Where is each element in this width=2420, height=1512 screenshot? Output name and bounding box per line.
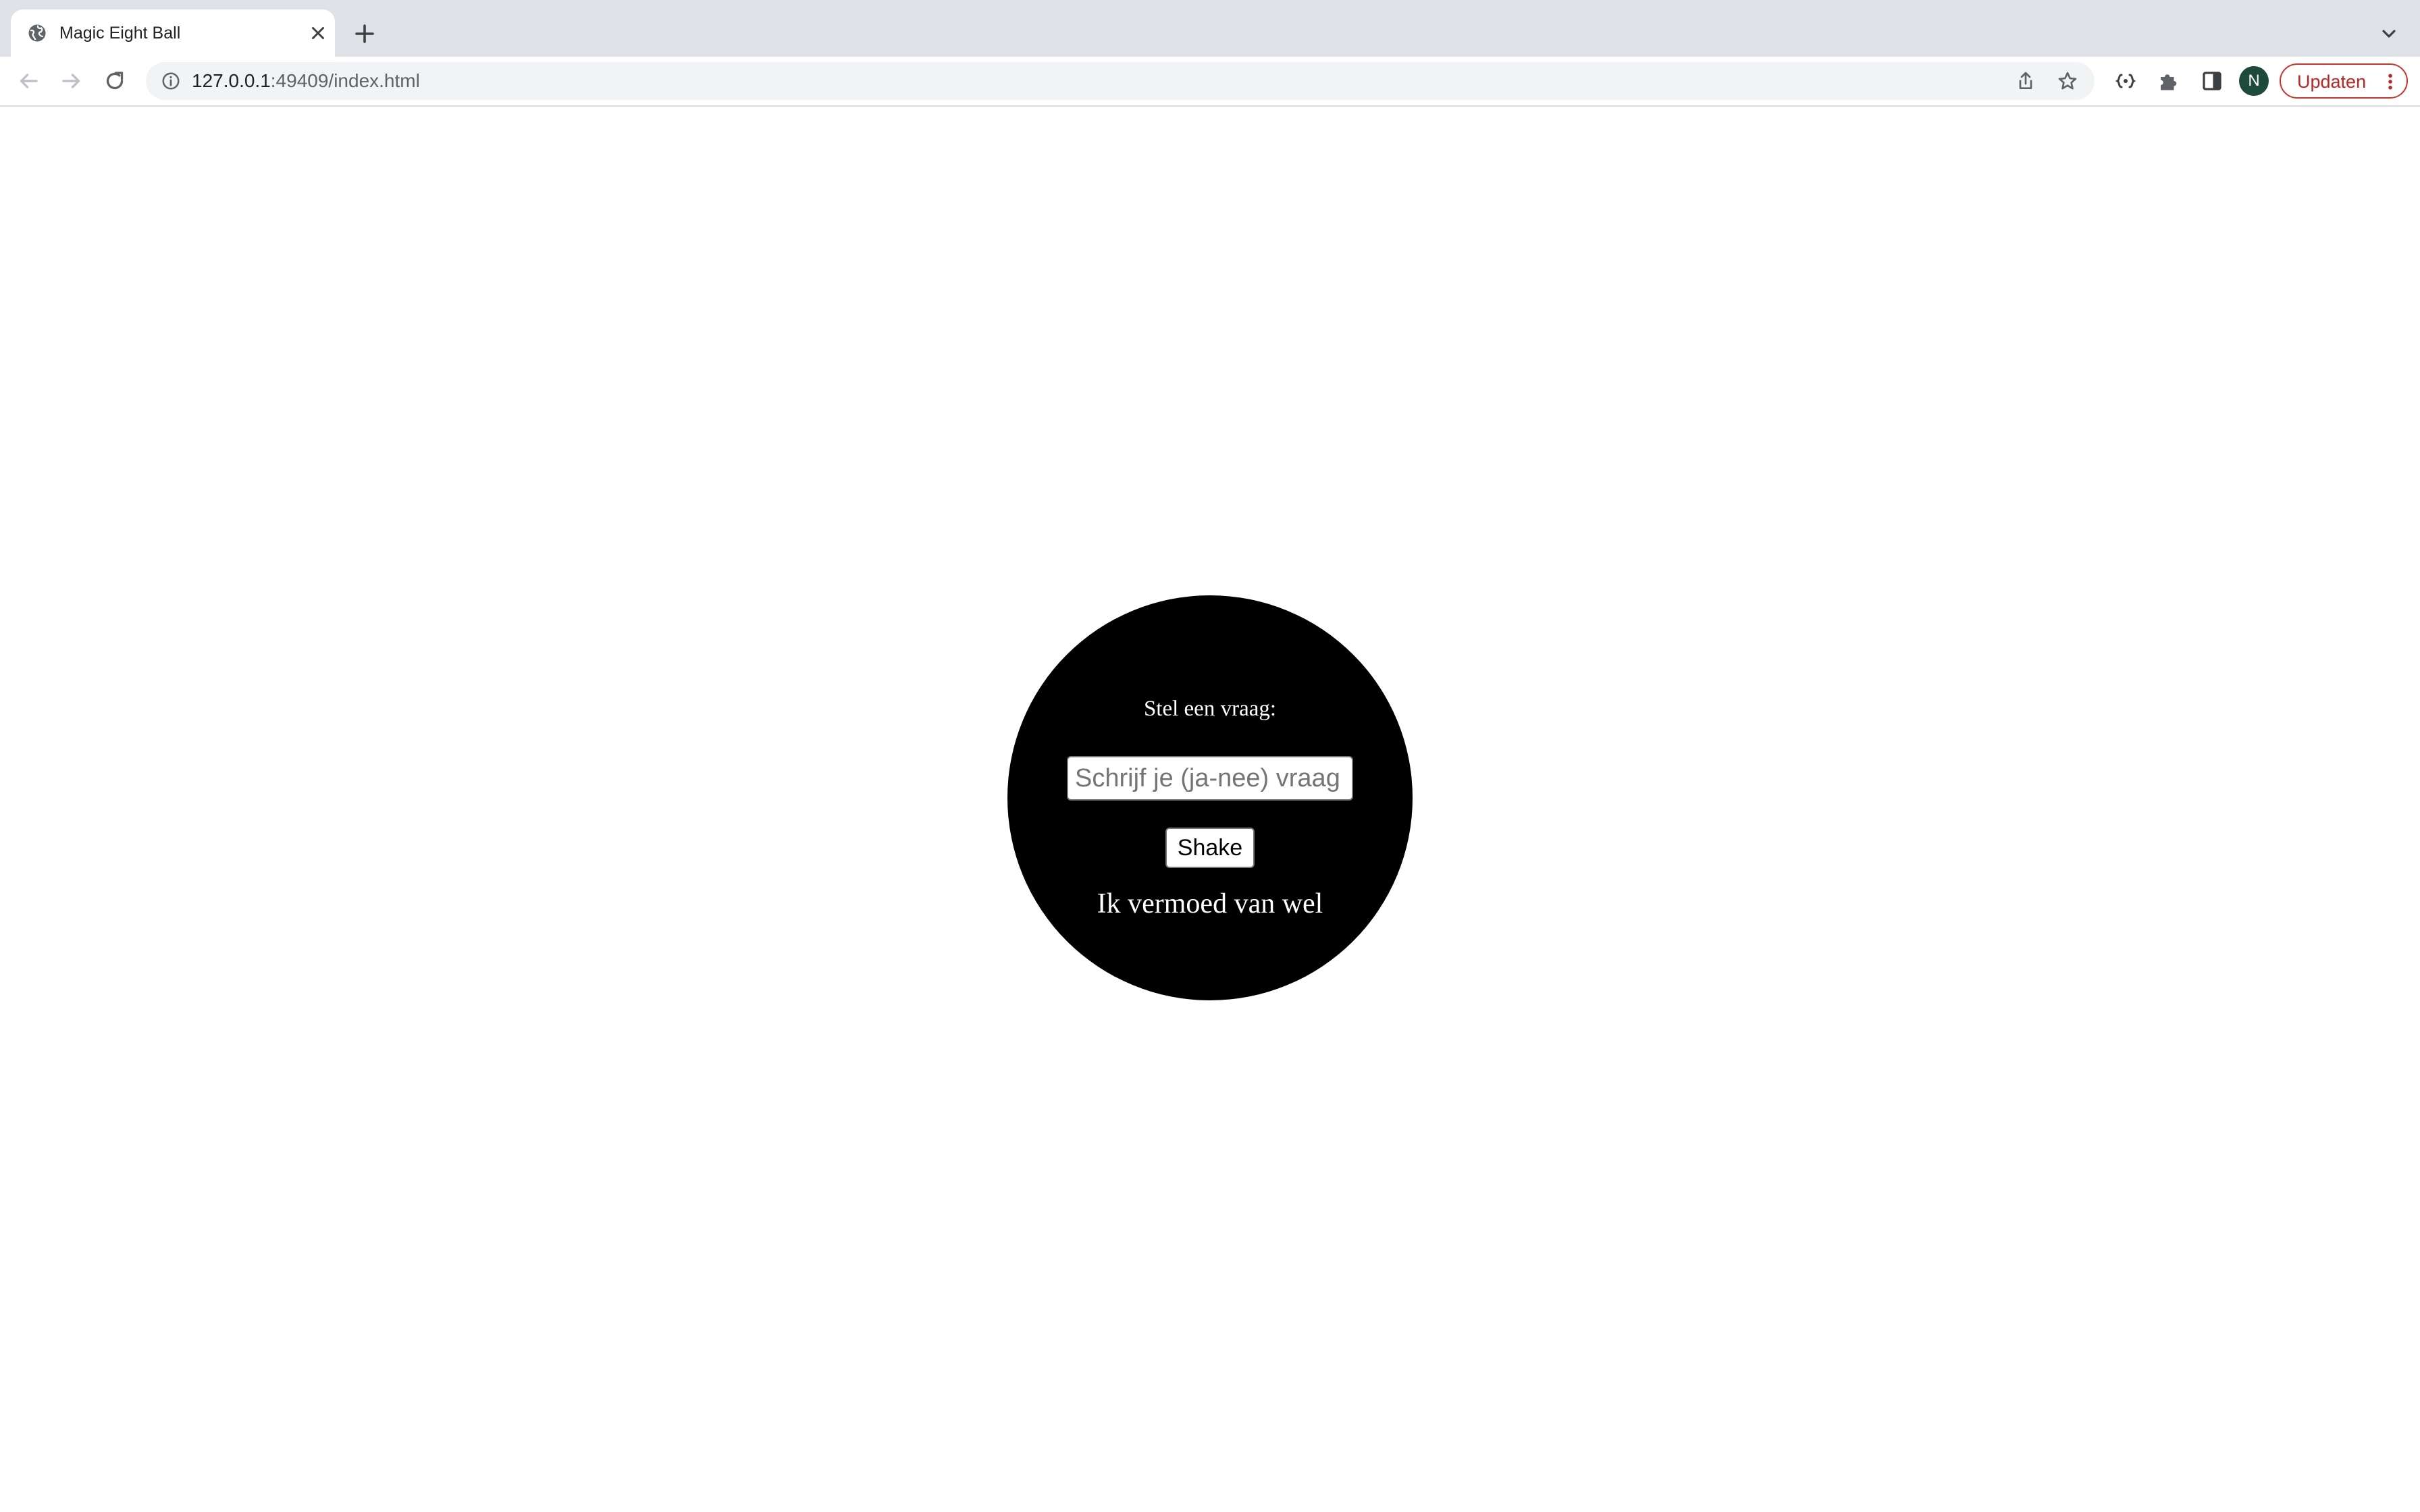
page-content: Stel een vraag: Shake Ik vermoed van wel <box>0 107 2420 1512</box>
url-path: :49409/index.html <box>270 70 420 91</box>
star-icon[interactable] <box>2057 70 2078 92</box>
answer-text: Ik vermoed van wel <box>1097 888 1323 919</box>
more-vertical-icon <box>2388 74 2392 90</box>
tab-title: Magic Eight Ball <box>59 24 181 43</box>
browser-toolbar: 127.0.0.1:49409/index.html N Updaten <box>0 57 2420 107</box>
url-text[interactable]: 127.0.0.1:49409/index.html <box>192 69 420 93</box>
magic-eight-ball: Stel een vraag: Shake Ik vermoed van wel <box>1007 595 1413 1000</box>
share-icon[interactable] <box>2015 70 2036 92</box>
question-prompt: Stel een vraag: <box>1143 697 1277 721</box>
reload-icon[interactable] <box>103 69 127 93</box>
info-icon[interactable] <box>161 71 181 91</box>
shake-button[interactable]: Shake <box>1165 828 1255 868</box>
update-label: Updaten <box>2297 72 2367 92</box>
globe-icon <box>28 24 46 42</box>
tab-strip: Magic Eight Ball <box>0 0 2420 57</box>
side-panel-icon[interactable] <box>2200 69 2224 93</box>
url-host: 127.0.0.1 <box>192 70 271 91</box>
question-input[interactable] <box>1067 756 1353 801</box>
profile-avatar[interactable]: N <box>2239 66 2269 96</box>
close-icon[interactable] <box>308 23 328 43</box>
plus-icon[interactable] <box>352 22 377 46</box>
arrow-left-icon[interactable] <box>16 69 41 93</box>
chevron-down-icon[interactable] <box>2378 23 2400 45</box>
puzzle-icon[interactable] <box>2157 69 2181 93</box>
browser-tab[interactable]: Magic Eight Ball <box>11 9 335 57</box>
devtools-extension-icon[interactable] <box>2113 69 2138 93</box>
address-bar[interactable]: 127.0.0.1:49409/index.html <box>146 62 2095 100</box>
update-button[interactable]: Updaten <box>2280 63 2408 99</box>
arrow-right-icon[interactable] <box>59 69 84 93</box>
